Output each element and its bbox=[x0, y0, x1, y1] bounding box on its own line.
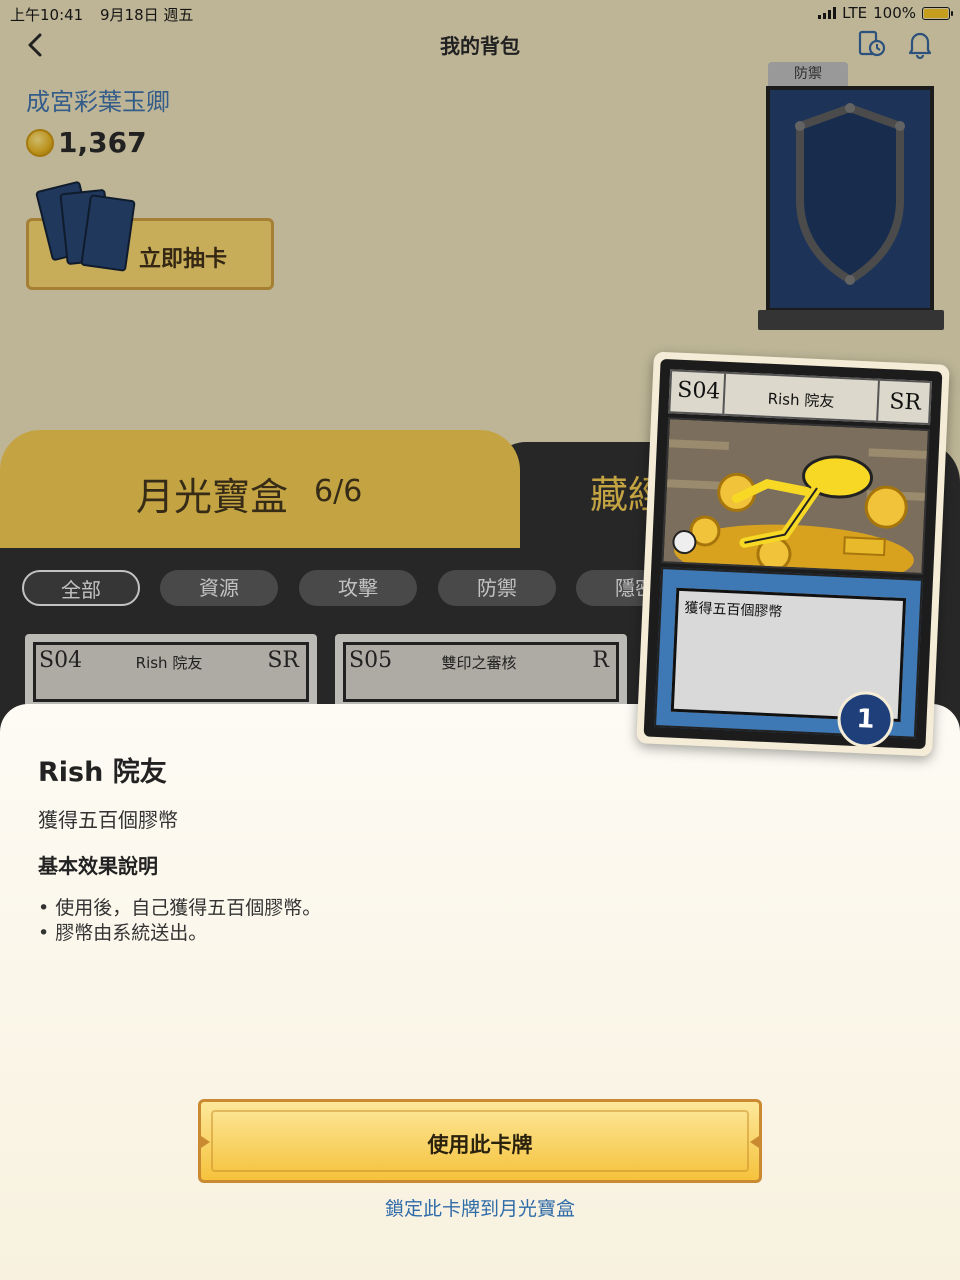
effect-list: 使用後，自己獲得五百個膠幣。 膠幣由系統送出。 bbox=[38, 896, 321, 946]
use-card-label: 使用此卡牌 bbox=[427, 1133, 533, 1157]
card-preview-rarity: SR bbox=[888, 389, 922, 416]
card-preview-name: Rish 院友 bbox=[767, 389, 835, 411]
card-description: 獲得五百個膠幣 bbox=[38, 808, 178, 832]
effect-point: 使用後，自己獲得五百個膠幣。 bbox=[38, 896, 321, 921]
effect-point: 膠幣由系統送出。 bbox=[38, 921, 321, 946]
card-preview-header: S04 Rish 院友 SR bbox=[668, 369, 932, 426]
gold-coins-character-illustration bbox=[663, 419, 930, 575]
card-preview-code: S04 bbox=[676, 377, 721, 405]
card-preview: S04 Rish 院友 SR 獲得五百個膠幣 1 bbox=[636, 351, 950, 757]
card-preview-effect: 獲得五百個膠幣 bbox=[684, 600, 783, 621]
card-illustration bbox=[661, 417, 930, 575]
card-title: Rish 院友 bbox=[38, 757, 167, 788]
lock-card-link[interactable]: 鎖定此卡牌到月光寶盒 bbox=[0, 1194, 960, 1221]
use-card-button[interactable]: 使用此卡牌 bbox=[198, 1099, 762, 1183]
card-detail-sheet: Rish 院友 獲得五百個膠幣 基本效果說明 使用後，自己獲得五百個膠幣。 膠幣… bbox=[0, 704, 960, 1280]
effect-heading: 基本效果說明 bbox=[38, 854, 158, 878]
